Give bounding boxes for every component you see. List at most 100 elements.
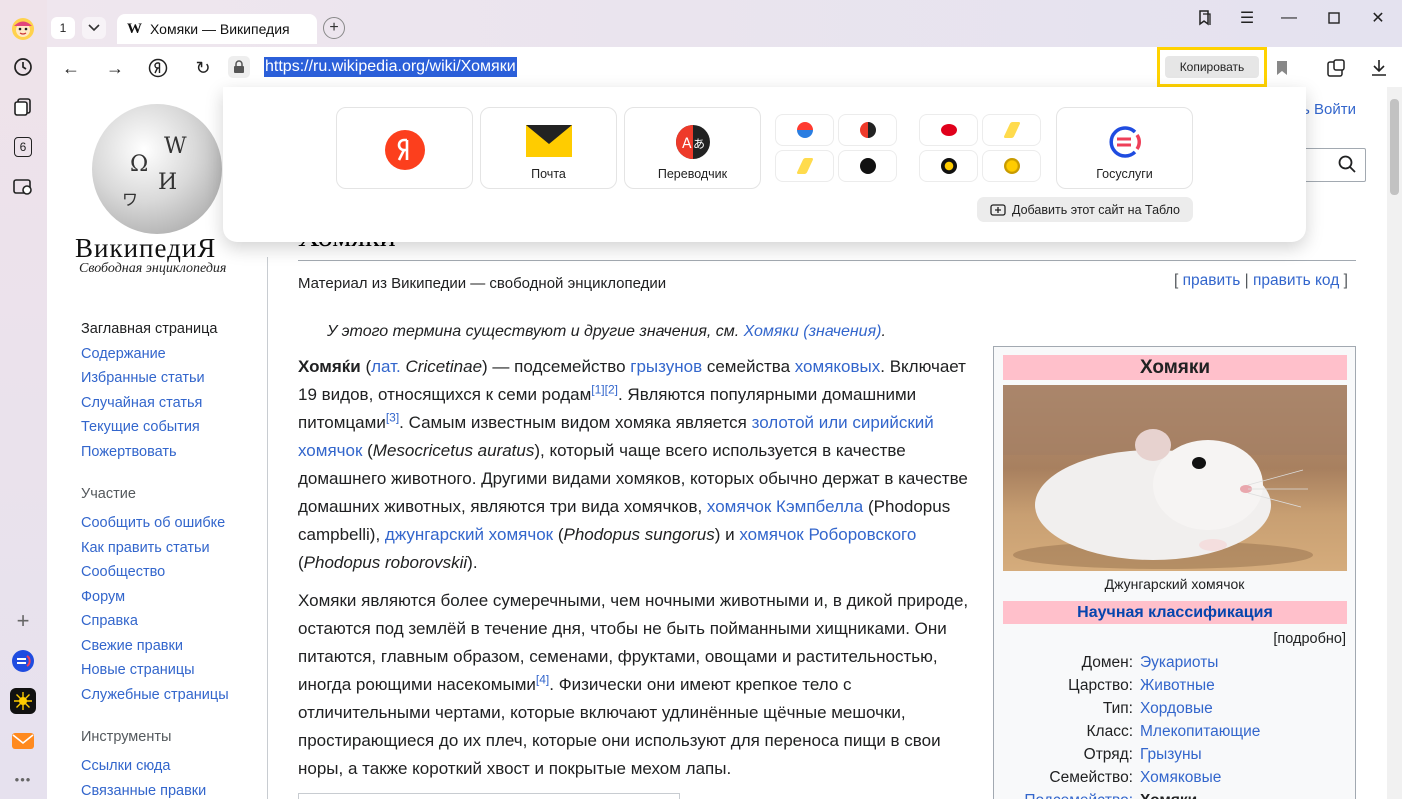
- copy-url-button[interactable]: Копировать: [1165, 56, 1259, 78]
- taxon-link[interactable]: Грызуны: [1140, 743, 1202, 766]
- edit-links: [ править | править код ]: [1174, 272, 1348, 290]
- taxon-link[interactable]: Хомяковые: [1140, 766, 1221, 789]
- taxon-rank: Домен:: [1081, 654, 1133, 671]
- weather-icon: [796, 122, 813, 138]
- maximize-icon[interactable]: [1321, 8, 1347, 28]
- mini-tile[interactable]: [919, 150, 978, 182]
- lock-icon[interactable]: [228, 56, 250, 78]
- nav-link[interactable]: Случайная статья: [81, 391, 301, 416]
- back-icon[interactable]: ←: [58, 55, 84, 81]
- tile-label: Переводчик: [657, 167, 728, 181]
- nav-link[interactable]: Справка: [81, 609, 301, 634]
- nav-link[interactable]: Как править статьи: [81, 536, 301, 561]
- taxon-link[interactable]: Эукариоты: [1140, 651, 1218, 674]
- nav-link[interactable]: Служебные страницы: [81, 683, 301, 708]
- main-nav: Заглавная страница Содержание Избранные …: [81, 317, 301, 464]
- taxon-link[interactable]: Млекопитающие: [1140, 720, 1260, 743]
- nav-link[interactable]: Новые страницы: [81, 658, 301, 683]
- search-icon[interactable]: [1338, 155, 1356, 178]
- participation-nav: Сообщить об ошибке Как править статьи Со…: [81, 511, 301, 707]
- mini-tile[interactable]: [775, 150, 834, 182]
- address-bar-url[interactable]: https://ru.wikipedia.org/wiki/Хомяки: [264, 57, 517, 77]
- tab-active[interactable]: W Хомяки — Википедия: [117, 14, 317, 44]
- nav-link[interactable]: Ссылки сюда: [81, 754, 301, 779]
- page-subtitle: Материал из Википедии — свободной энцикл…: [298, 275, 667, 292]
- svg-text:あ: あ: [693, 137, 705, 151]
- nav-link[interactable]: Форум: [81, 585, 301, 610]
- download-icon[interactable]: [1366, 55, 1392, 81]
- taxon-row: Отряд: Грызуны: [994, 743, 1355, 766]
- details-link[interactable]: [подробно]: [1273, 631, 1346, 647]
- nav-link[interactable]: Избранные статьи: [81, 366, 301, 391]
- gosuslugi-sidebar-icon[interactable]: [10, 648, 36, 674]
- taxon-link[interactable]: Животные: [1140, 674, 1215, 697]
- translator-icon: Aあ: [675, 125, 710, 159]
- minimize-icon[interactable]: —: [1276, 8, 1302, 28]
- mini-tile[interactable]: [982, 150, 1041, 182]
- edit-separator: |: [1240, 272, 1253, 289]
- classification-heading[interactable]: Научная классификация: [1003, 601, 1347, 624]
- yandex-button-icon[interactable]: [145, 55, 171, 81]
- tablo-tile-mail[interactable]: Почта: [480, 107, 617, 189]
- tablo-tile-yandex[interactable]: [336, 107, 473, 189]
- nav-link[interactable]: Сообщить об ошибке: [81, 511, 301, 536]
- screenshot-icon[interactable]: [10, 174, 36, 200]
- scrollbar-thumb[interactable]: [1390, 99, 1399, 195]
- bookmarks-panel-icon[interactable]: [1192, 8, 1218, 28]
- history-icon[interactable]: [10, 54, 36, 80]
- tab-count[interactable]: 1: [51, 17, 75, 39]
- news-icon: [940, 124, 957, 136]
- login-link[interactable]: ь Войти: [1302, 101, 1356, 118]
- nav-link[interactable]: Сообщество: [81, 560, 301, 585]
- hamster-photo[interactable]: [1003, 385, 1347, 571]
- infobox: Хомяки Джунгарский хомячок Научная класс…: [993, 346, 1356, 799]
- tablo-tile-group-2[interactable]: [912, 107, 1049, 189]
- mini-tile[interactable]: [838, 150, 897, 182]
- edit-code-link[interactable]: править код: [1253, 272, 1339, 289]
- paragraph-1: Хомяќи (лат. Cricetinae) — подсемейство …: [298, 357, 968, 572]
- reload-icon[interactable]: ↻: [190, 55, 216, 81]
- page-scrollbar[interactable]: [1387, 87, 1402, 799]
- nav-link[interactable]: Заглавная страница: [81, 317, 301, 342]
- wikipedia-tagline: Свободная энциклопедия: [79, 261, 227, 276]
- zen-sidebar-icon[interactable]: [10, 688, 36, 714]
- tablo-tile-gosuslugi[interactable]: Госуслуги: [1056, 107, 1193, 189]
- taxon-rank[interactable]: Подсемейство:: [1024, 789, 1133, 799]
- bookmark-icon[interactable]: [1269, 55, 1295, 81]
- nav-link[interactable]: Пожертвовать: [81, 440, 301, 465]
- taxon-row: Класс: Млекопитающие: [994, 720, 1355, 743]
- wikipedia-globe-logo[interactable]: Ω W И ワ: [92, 104, 222, 234]
- more-icon[interactable]: •••: [10, 766, 36, 792]
- paragraph-2: Хомяки являются более сумеречными, чем н…: [298, 591, 969, 778]
- mail-envelope-icon: [525, 125, 572, 157]
- mini-tile[interactable]: [775, 114, 834, 146]
- add-panel-icon[interactable]: +: [10, 608, 36, 634]
- taxon-rank: Семейство:: [1049, 769, 1133, 786]
- forward-icon[interactable]: →: [102, 55, 128, 81]
- profile-avatar[interactable]: [10, 16, 36, 42]
- tablo-tile-group-1[interactable]: [768, 107, 905, 189]
- mini-tile[interactable]: [919, 114, 978, 146]
- add-to-tablo-button[interactable]: Добавить этот сайт на Табло: [977, 197, 1193, 222]
- tile-label: Госуслуги: [1096, 167, 1153, 181]
- new-tab-button[interactable]: +: [323, 17, 345, 39]
- tools-nav: Ссылки сюда Связанные правки: [81, 754, 301, 799]
- tablo-tile-translator[interactable]: Aあ Переводчик: [624, 107, 761, 189]
- mini-tile[interactable]: [838, 114, 897, 146]
- mail-sidebar-icon[interactable]: [10, 728, 36, 754]
- close-icon[interactable]: ✕: [1365, 8, 1391, 28]
- menu-icon[interactable]: ☰: [1234, 8, 1260, 28]
- chevron-down-icon[interactable]: [82, 17, 106, 39]
- mini-tile[interactable]: [982, 114, 1041, 146]
- nav-link[interactable]: Свежие правки: [81, 634, 301, 659]
- extensions-icon[interactable]: [1323, 55, 1349, 81]
- edit-link[interactable]: править: [1183, 272, 1241, 289]
- tab-groups-icon[interactable]: 6: [10, 134, 36, 160]
- nav-link[interactable]: Связанные правки: [81, 779, 301, 799]
- nav-link[interactable]: Содержание: [81, 342, 301, 367]
- hatnote-link[interactable]: Хомяки (значения): [744, 323, 882, 340]
- market-icon: [795, 158, 814, 174]
- collections-icon[interactable]: [10, 94, 36, 120]
- taxon-link[interactable]: Хордовые: [1140, 697, 1213, 720]
- nav-link[interactable]: Текущие события: [81, 415, 301, 440]
